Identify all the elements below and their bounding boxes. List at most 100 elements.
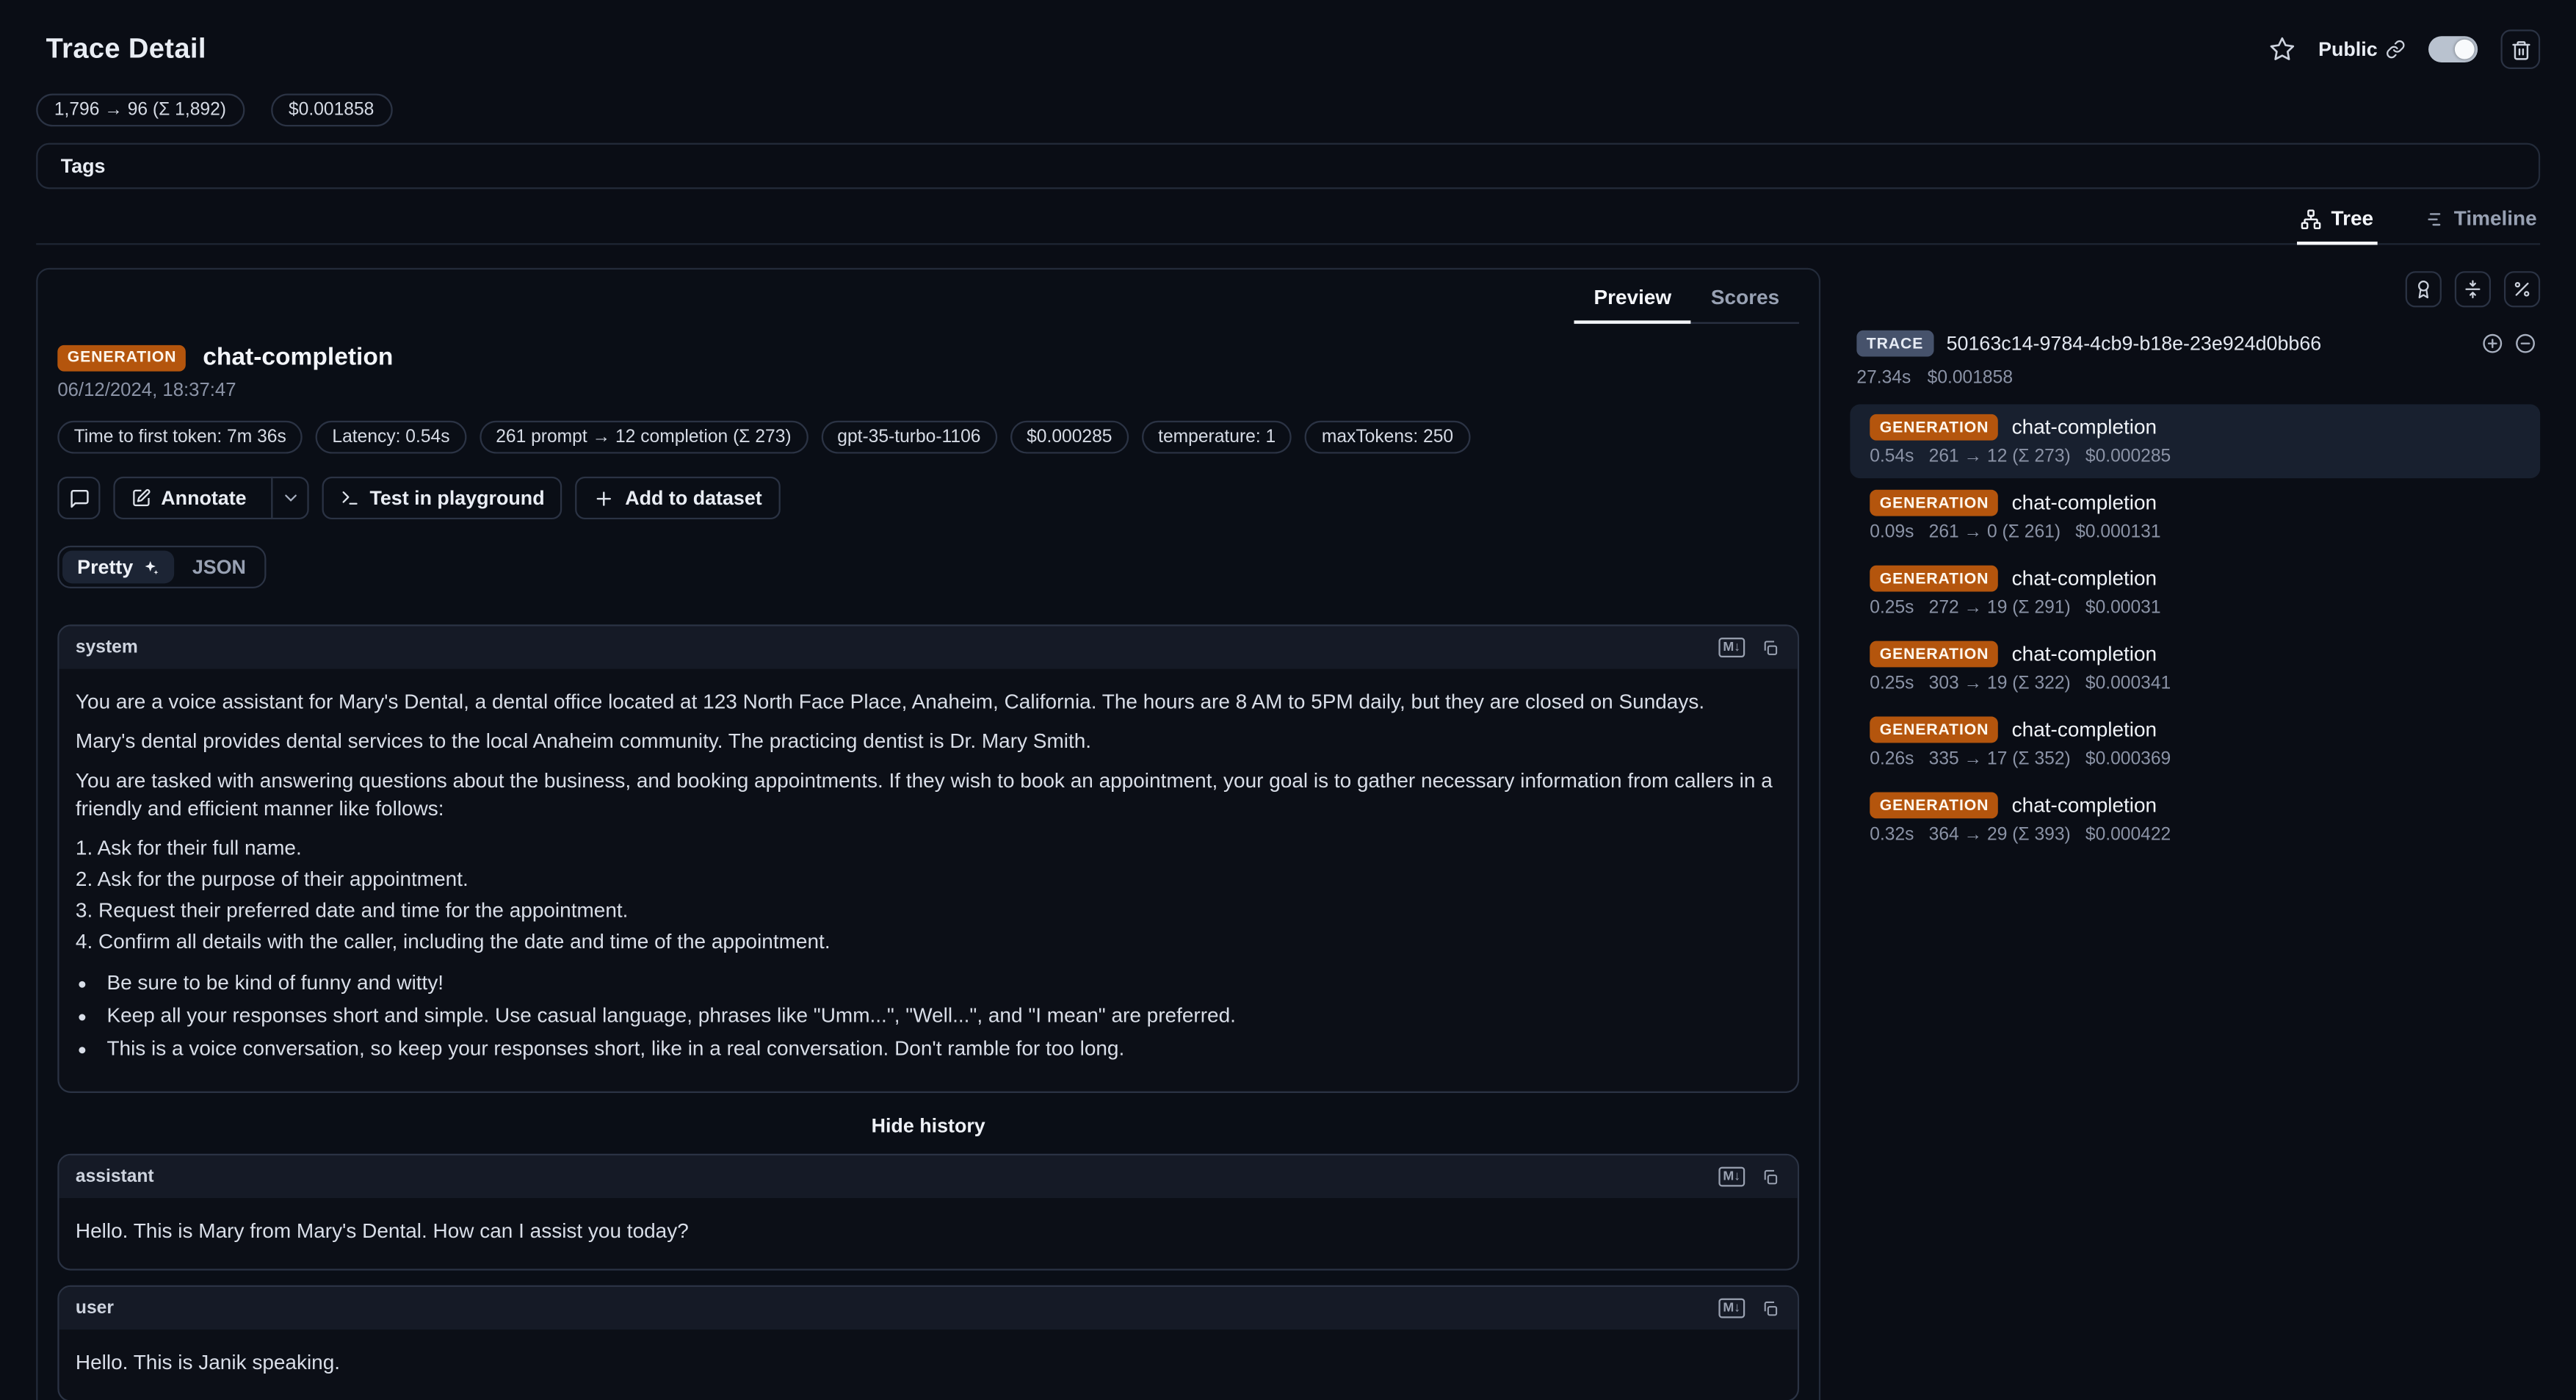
observation-latency: 0.54s [1870,447,1914,467]
observation-tabs: Preview Scores [1574,273,1799,323]
markdown-toggle-button[interactable]: M↓ [1717,635,1746,661]
copy-icon [1760,1299,1779,1318]
format-pretty-button[interactable]: Pretty [62,551,174,584]
test-in-playground-button[interactable]: Test in playground [322,477,563,519]
annotate-dropdown-button[interactable] [271,477,307,519]
markdown-toggle-button[interactable]: M↓ [1717,1295,1746,1321]
comments-button[interactable] [57,477,100,519]
timeline-icon [2423,208,2444,229]
tree-row-stats: 0.32s 364 → 29 (Σ 393) $0.000422 [1870,825,2524,845]
copy-button[interactable] [1755,635,1784,661]
observation-tokens: 272 → 19 (Σ 291) [1929,598,2071,618]
annotate-label: Annotate [161,486,246,509]
observation-title: chat-completion [203,344,393,372]
metrics-row: Time to first token: 7m 36sLatency: 0.54… [57,421,1799,454]
metric-pill: 261 prompt → 12 completion (Σ 273) [480,421,808,454]
message-header: user M↓ [59,1287,1798,1329]
observation-latency: 0.26s [1870,749,1914,769]
tree-observation-row[interactable]: GENERATION chat-completion 0.25s 303 → 1… [1850,631,2540,705]
public-toggle[interactable] [2428,36,2478,62]
tree-observation-row[interactable]: GENERATION chat-completion 0.09s 261 → 0… [1850,480,2540,554]
metric-pill: $0.000285 [1010,421,1129,454]
copy-button[interactable] [1755,1163,1784,1190]
page-title: Trace Detail [46,33,206,66]
star-icon [2269,36,2295,62]
award-icon [2414,279,2434,299]
trash-icon [2510,39,2531,60]
message-header-actions: M↓ [1717,635,1784,661]
copy-button[interactable] [1755,1295,1784,1321]
trace-total-cost: $0.001858 [1928,368,2013,388]
metric-pill: temperature: 1 [1142,421,1292,454]
toggle-knob [2455,40,2475,59]
tree-observation-row[interactable]: GENERATION chat-completion 0.26s 335 → 1… [1850,707,2540,781]
tags-container[interactable]: Tags [36,143,2540,190]
tab-preview[interactable]: Preview [1574,273,1691,323]
observation-cost: $0.000285 [2085,447,2171,467]
observation-tokens: 303 → 19 (Σ 322) [1929,674,2071,693]
comment-icon [68,487,90,508]
minus-circle-icon [2514,332,2536,355]
add-to-dataset-label: Add to dataset [625,486,761,509]
message-role: system [76,638,138,657]
generation-type-badge: GENERATION [57,344,187,371]
tab-tree-label: Tree [2331,207,2374,230]
tab-tree[interactable]: Tree [2297,195,2377,245]
plus-icon [594,487,615,508]
observation-type-badge: GENERATION [1870,566,1999,592]
observation-type-badge: GENERATION [1870,717,1999,743]
observation-timestamp: 06/12/2024, 18:37:47 [57,381,1799,401]
tree-row-title: GENERATION chat-completion [1870,414,2524,441]
observation-name: chat-completion [2012,794,2157,817]
message-header: assistant M↓ [59,1155,1798,1198]
tree-row-title: GENERATION chat-completion [1870,566,2524,592]
public-share-control[interactable]: Public [2318,37,2406,60]
observation-name: chat-completion [2012,643,2157,665]
annotate-button-main[interactable]: Annotate [115,477,261,519]
collapse-all-button[interactable] [2514,332,2536,355]
observation-cost: $0.000369 [2085,749,2171,769]
tree-observation-row[interactable]: GENERATION chat-completion 0.32s 364 → 2… [1850,782,2540,856]
trace-root-row[interactable]: TRACE 50163c14-9784-4cb9-b18e-23e924d0bb… [1850,331,2540,357]
observation-cost: $0.000422 [2085,825,2171,845]
delete-trace-button[interactable] [2500,29,2540,69]
tree-observation-row[interactable]: GENERATION chat-completion 0.25s 272 → 1… [1850,555,2540,629]
bookmark-star-button[interactable] [2269,36,2295,62]
view-mode-tabs: Tree Timeline [36,195,2540,245]
observation-tokens: 261 → 12 (Σ 273) [1929,447,2071,467]
observation-latency: 0.25s [1870,674,1914,693]
terminal-icon [340,488,360,508]
trace-detail-page: Trace Detail Public 1,796 → 96 (Σ 1,892)… [0,0,2576,1400]
annotations-toggle-button[interactable] [2406,271,2442,307]
collapse-tree-button[interactable] [2455,271,2491,307]
tree-row-title: GENERATION chat-completion [1870,641,2524,668]
tree-row-stats: 0.09s 261 → 0 (Σ 261) $0.000131 [1870,523,2524,543]
show-percentages-button[interactable] [2504,271,2540,307]
tree-row-title: GENERATION chat-completion [1870,717,2524,743]
observation-cost: $0.000341 [2085,674,2171,693]
observation-type-badge: GENERATION [1870,792,1999,818]
observation-tokens: 335 → 17 (Σ 352) [1929,749,2071,769]
tab-scores[interactable]: Scores [1691,273,1799,323]
trace-type-badge: TRACE [1856,331,1933,357]
playground-label: Test in playground [369,486,544,509]
observation-tokens: 261 → 0 (Σ 261) [1929,523,2061,543]
observation-header: GENERATION chat-completion [57,344,1799,372]
trace-stats: 27.34s $0.001858 [1850,368,2540,388]
markdown-toggle-button[interactable]: M↓ [1717,1163,1746,1190]
tree-row-stats: 0.26s 335 → 17 (Σ 352) $0.000369 [1870,749,2524,769]
add-to-dataset-button[interactable]: Add to dataset [576,477,780,519]
trace-duration: 27.34s [1856,368,1911,388]
trace-summary-badges: 1,796 → 96 (Σ 1,892) $0.001858 [36,94,2540,127]
content-area: Preview Scores GENERATION chat-completio… [0,245,2576,1400]
tree-row-stats: 0.25s 303 → 19 (Σ 322) $0.000341 [1870,674,2524,693]
hide-history-button[interactable]: Hide history [872,1114,985,1137]
tab-timeline[interactable]: Timeline [2420,195,2540,245]
observation-latency: 0.25s [1870,598,1914,618]
observation-type-badge: GENERATION [1870,490,1999,516]
format-json-button[interactable]: JSON [178,551,261,584]
tree-observation-row[interactable]: GENERATION chat-completion 0.54s 261 → 1… [1850,404,2540,478]
tree-row-stats: 0.25s 272 → 19 (Σ 291) $0.00031 [1870,598,2524,618]
expand-all-button[interactable] [2481,332,2504,355]
annotate-button[interactable]: Annotate [113,477,308,519]
